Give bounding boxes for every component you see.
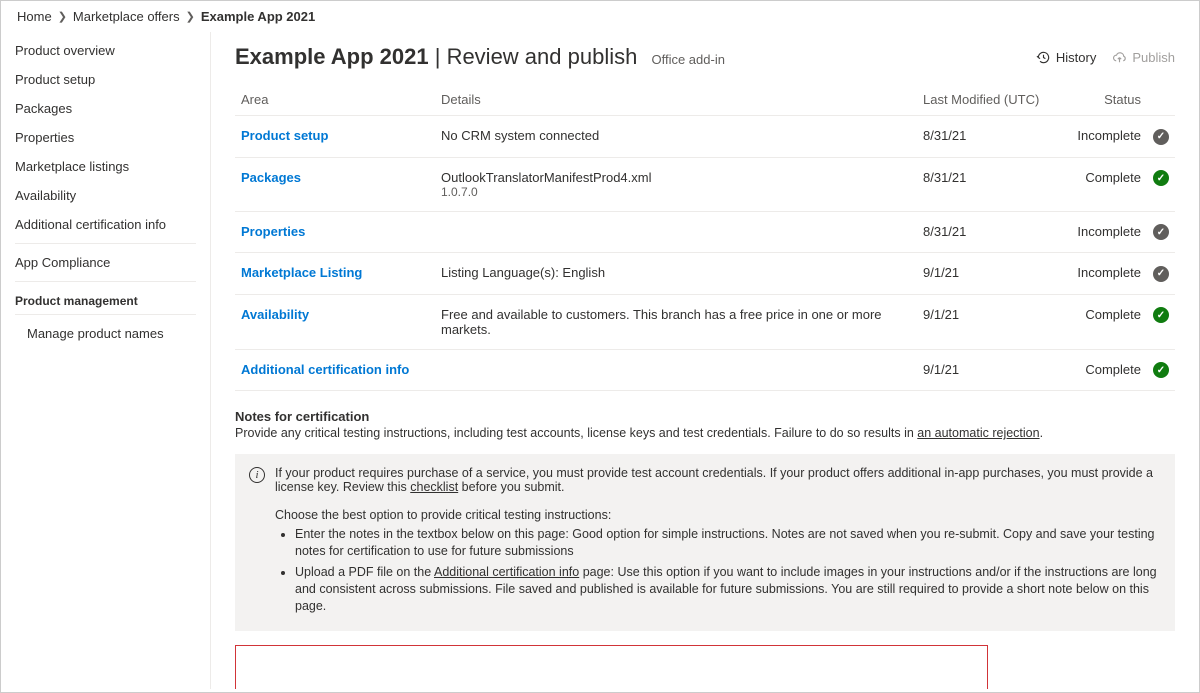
details-sub: 1.0.7.0 — [441, 185, 911, 199]
col-modified: Last Modified (UTC) — [917, 84, 1047, 116]
incomplete-icon: ✓ — [1153, 224, 1169, 240]
info-box: i If your product requires purchase of a… — [235, 454, 1175, 630]
sidebar-item-overview[interactable]: Product overview — [1, 36, 210, 65]
col-area: Area — [235, 84, 435, 116]
sidebar-item-compliance[interactable]: App Compliance — [1, 248, 210, 277]
status-text: Incomplete — [1077, 224, 1141, 239]
sidebar-divider — [15, 243, 196, 244]
modified-date: 9/1/21 — [923, 362, 959, 377]
area-link[interactable]: Packages — [241, 170, 301, 185]
info-line: If your product requires purchase of a s… — [275, 466, 1161, 494]
modified-date: 8/31/21 — [923, 224, 966, 239]
incomplete-icon: ✓ — [1153, 129, 1169, 145]
sidebar-item-certinfo[interactable]: Additional certification info — [1, 210, 210, 239]
info-icon: i — [249, 467, 265, 483]
table-row: Additional certification info 9/1/21 Compl… — [235, 349, 1175, 391]
sidebar-item-manage-names[interactable]: Manage product names — [1, 319, 210, 348]
publish-label: Publish — [1132, 50, 1175, 65]
checklist-link[interactable]: checklist — [410, 480, 458, 494]
review-table: Area Details Last Modified (UTC) Status … — [235, 84, 1175, 391]
area-link[interactable]: Product setup — [241, 128, 328, 143]
sidebar-item-setup[interactable]: Product setup — [1, 65, 210, 94]
chevron-right-icon: ❯ — [186, 10, 195, 23]
status-text: Complete — [1085, 307, 1141, 322]
table-row: Product setup No CRM system connected 8/31… — [235, 116, 1175, 158]
history-icon — [1036, 50, 1051, 65]
sidebar-divider — [15, 281, 196, 282]
details-text: Listing Language(s): English — [441, 265, 605, 280]
table-row: Properties 8/31/21 Incomplete ✓ — [235, 211, 1175, 253]
sidebar-item-properties[interactable]: Properties — [1, 123, 210, 152]
checkmark-icon: ✓ — [1153, 170, 1169, 186]
sidebar-divider — [15, 314, 196, 315]
sidebar: Product overview Product setup Packages … — [1, 32, 211, 689]
sidebar-section-label: Product management — [1, 286, 210, 314]
breadcrumb-home[interactable]: Home — [17, 9, 52, 24]
page-title-area: Example App 2021 | Review and publish Of… — [235, 44, 725, 70]
bullet-pdf: Upload a PDF file on the Additional cert… — [295, 564, 1161, 615]
history-button[interactable]: History — [1036, 50, 1096, 65]
sidebar-item-listings[interactable]: Marketplace listings — [1, 152, 210, 181]
page-subtitle: Office add-in — [651, 52, 724, 67]
sidebar-item-availability[interactable]: Availability — [1, 181, 210, 210]
details-text: OutlookTranslatorManifestProd4.xml — [441, 170, 652, 185]
main-content: Example App 2021 | Review and publish Of… — [211, 32, 1199, 689]
area-link[interactable]: Properties — [241, 224, 305, 239]
table-row: Marketplace Listing Listing Language(s): … — [235, 253, 1175, 295]
modified-date: 9/1/21 — [923, 307, 959, 322]
checkmark-icon: ✓ — [1153, 362, 1169, 378]
status-text: Complete — [1085, 362, 1141, 377]
notes-description: Provide any critical testing instruction… — [235, 426, 1175, 440]
breadcrumb: Home ❯ Marketplace offers ❯ Example App … — [1, 1, 1199, 32]
status-text: Complete — [1085, 170, 1141, 185]
auto-rejection-link[interactable]: an automatic rejection — [917, 426, 1039, 440]
cloud-upload-icon — [1112, 50, 1127, 65]
page-title-action: Review and publish — [447, 44, 638, 69]
choose-intro: Choose the best option to provide critic… — [275, 508, 1161, 522]
breadcrumb-marketplace[interactable]: Marketplace offers — [73, 9, 180, 24]
table-row: Packages OutlookTranslatorManifestProd4.x… — [235, 157, 1175, 211]
publish-header-button: Publish — [1112, 50, 1175, 65]
incomplete-icon: ✓ — [1153, 266, 1169, 282]
status-text: Incomplete — [1077, 128, 1141, 143]
sidebar-item-packages[interactable]: Packages — [1, 94, 210, 123]
history-label: History — [1056, 50, 1096, 65]
col-details: Details — [435, 84, 917, 116]
notes-textarea[interactable] — [235, 645, 988, 689]
page-title-app: Example App 2021 — [235, 44, 429, 69]
page-title-sep: | — [429, 44, 447, 69]
modified-date: 9/1/21 — [923, 265, 959, 280]
checkmark-icon: ✓ — [1153, 307, 1169, 323]
modified-date: 8/31/21 — [923, 170, 966, 185]
chevron-right-icon: ❯ — [58, 10, 67, 23]
table-row: Availability Free and available to custom… — [235, 294, 1175, 349]
details-text: No CRM system connected — [441, 128, 599, 143]
details-text: Free and available to customers. This br… — [441, 307, 882, 337]
area-link[interactable]: Additional certification info — [241, 362, 409, 377]
status-text: Incomplete — [1077, 265, 1141, 280]
breadcrumb-current: Example App 2021 — [201, 9, 315, 24]
col-status-icon — [1147, 84, 1175, 116]
additional-cert-link[interactable]: Additional certification info — [434, 565, 579, 579]
area-link[interactable]: Availability — [241, 307, 309, 322]
area-link[interactable]: Marketplace Listing — [241, 265, 362, 280]
modified-date: 8/31/21 — [923, 128, 966, 143]
bullet-textbox: Enter the notes in the textbox below on … — [295, 526, 1161, 560]
col-status: Status — [1047, 84, 1147, 116]
notes-title: Notes for certification — [235, 409, 1175, 424]
